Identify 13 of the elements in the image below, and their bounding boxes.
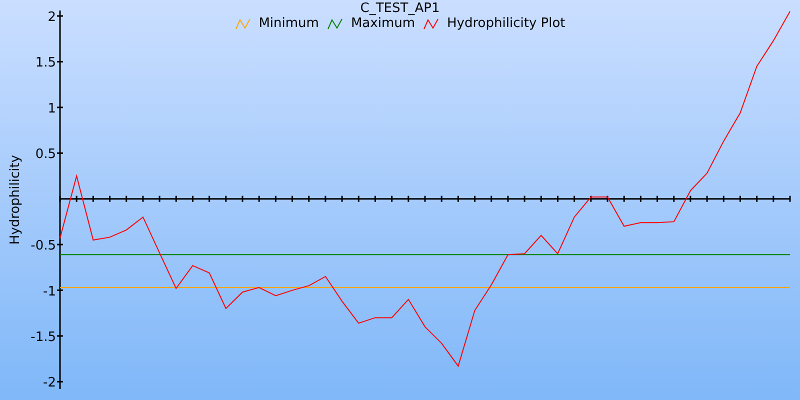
- y-axis-label: Hydrophilicity: [8, 154, 23, 245]
- y-tick-label: 1.5: [35, 56, 56, 71]
- legend-label: Hydrophilicity Plot: [447, 16, 566, 31]
- y-tick-label: -1.5: [30, 330, 56, 345]
- chart-title: C_TEST_AP1: [360, 2, 440, 16]
- y-tick-label: 2: [48, 10, 56, 25]
- y-tick-label: 1: [48, 101, 56, 116]
- y-tick-label: 0.5: [35, 147, 56, 162]
- y-tick-label: -1: [43, 284, 56, 300]
- legend-label: Minimum: [258, 16, 319, 31]
- y-tick-label: -2: [43, 376, 56, 391]
- legend-label: Maximum: [350, 16, 416, 31]
- y-tick-label: -0.5: [30, 238, 56, 254]
